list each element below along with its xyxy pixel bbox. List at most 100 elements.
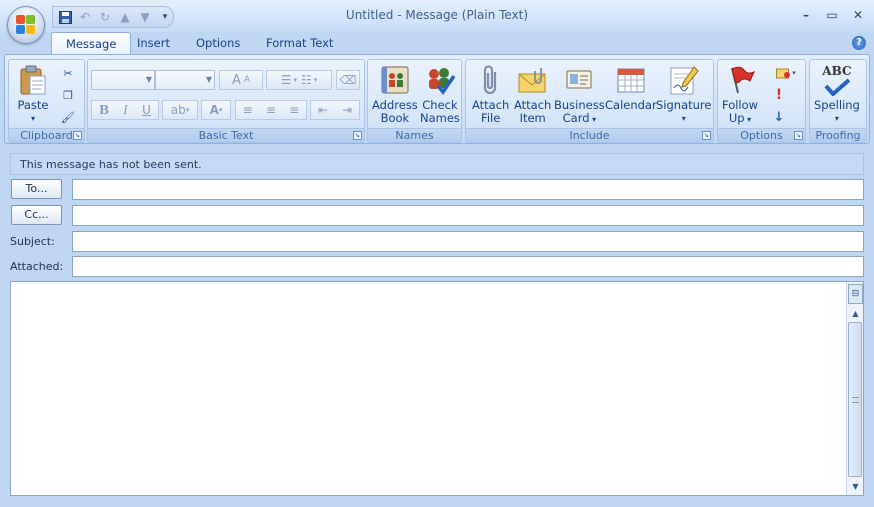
attached-field[interactable] (72, 256, 864, 277)
address-book-button[interactable]: Address Book (372, 64, 418, 125)
ribbon: Paste ▾ ✂ ❐ 🖌 Clipboard ↘ ▼ ▼ A A ☰ ▾ ☷ ▾ … (4, 54, 870, 144)
abc-icon-text: ABC (822, 64, 852, 78)
format-painter-icon[interactable]: 🖌 (59, 108, 77, 126)
grow-font-icon[interactable]: A (232, 73, 241, 88)
message-body[interactable]: ⊟ ▲ ▼ (10, 281, 864, 496)
calendar-label: Calendar (605, 98, 657, 112)
cut-icon[interactable]: ✂ (59, 64, 77, 82)
group-options: Follow Up ▾ ▾ ! ↓ Options ↘ (717, 59, 806, 143)
clipboard-icon (17, 64, 49, 96)
low-importance-icon[interactable]: ↓ (770, 108, 788, 126)
align-left-icon[interactable]: ≡ (243, 103, 253, 117)
shrink-font-icon[interactable]: A (244, 75, 250, 85)
paste-dropdown-icon[interactable]: ▾ (31, 112, 35, 125)
office-logo-icon (16, 15, 36, 35)
calendar-button[interactable]: Calendar (605, 64, 657, 112)
business-card-icon (563, 64, 595, 96)
bullets-icon[interactable]: ☰ (281, 73, 292, 87)
tab-options[interactable]: Options (182, 32, 254, 54)
underline-button[interactable]: U (142, 103, 151, 117)
align-right-icon[interactable]: ≡ (289, 103, 299, 117)
flag-icon (724, 64, 756, 96)
paste-button[interactable]: Paste ▾ (17, 64, 49, 125)
grow-shrink-font-buttons[interactable]: A A (219, 70, 263, 90)
increase-indent-icon[interactable]: ⇥ (342, 103, 352, 117)
permission-icon[interactable]: ▾ (770, 64, 802, 82)
paste-label: Paste (17, 98, 49, 112)
office-button[interactable] (7, 6, 45, 44)
follow-up-button[interactable]: Follow Up ▾ (722, 64, 758, 126)
signature-dropdown-icon[interactable]: ▾ (682, 112, 686, 125)
vertical-scrollbar[interactable]: ⊟ ▲ ▼ (846, 282, 863, 495)
decrease-indent-icon[interactable]: ⇤ (318, 103, 328, 117)
business-card-label-line2: Card ▾ (562, 111, 597, 125)
to-field[interactable] (72, 179, 864, 200)
italic-button[interactable]: I (123, 103, 128, 117)
help-icon[interactable]: ? (852, 36, 866, 50)
spelling-button[interactable]: ABC Spelling ▾ (814, 64, 860, 125)
clipboard-launcher-icon[interactable]: ↘ (73, 131, 82, 140)
font-size-combo[interactable]: ▼ (155, 70, 215, 90)
group-label-proofing: Proofing (810, 128, 866, 142)
info-bar: This message has not been sent. (10, 153, 864, 175)
basic-text-launcher-icon[interactable]: ↘ (353, 131, 362, 140)
signature-icon (668, 64, 700, 96)
scroll-thumb[interactable] (848, 322, 862, 477)
envelope-clip-icon (517, 64, 549, 96)
clear-formatting-icon[interactable]: ⌫ (336, 70, 360, 90)
scroll-grip-icon (852, 397, 859, 403)
group-label-include: Include (466, 128, 713, 142)
cc-field[interactable] (72, 205, 864, 226)
address-book-icon (379, 64, 411, 96)
font-color-button[interactable]: A ▾ (201, 100, 231, 120)
font-color-icon: A (209, 103, 219, 117)
group-clipboard: Paste ▾ ✂ ❐ 🖌 Clipboard ↘ (8, 59, 85, 143)
follow-up-label-line2: Up ▾ (728, 111, 752, 125)
copy-icon[interactable]: ❐ (59, 86, 77, 104)
business-card-button[interactable]: Business Card ▾ (554, 64, 605, 126)
group-label-names: Names (368, 128, 461, 142)
group-label-options: Options (718, 128, 805, 142)
maximize-button[interactable]: ▭ (822, 6, 842, 24)
list-buttons[interactable]: ☰ ▾ ☷ ▾ (266, 70, 332, 90)
calendar-icon (615, 64, 647, 96)
options-launcher-icon[interactable]: ↘ (794, 131, 803, 140)
scroll-down-icon[interactable]: ▼ (848, 479, 863, 494)
tab-message[interactable]: Message (51, 32, 132, 54)
tab-insert[interactable]: Insert (123, 32, 184, 54)
scroll-up-icon[interactable]: ▲ (848, 306, 863, 321)
check-names-label-line2: Names (420, 111, 460, 125)
chevron-down-icon: ▼ (205, 75, 212, 84)
spelling-label: Spelling (814, 98, 860, 112)
view-ruler-icon[interactable]: ⊟ (848, 284, 863, 304)
attached-label: Attached: (10, 260, 64, 273)
bold-button[interactable]: B (99, 103, 109, 117)
group-include: Attach File Attach Item Business Card ▾ … (465, 59, 714, 143)
font-style-buttons: B I U (91, 100, 159, 120)
group-basic-text: ▼ ▼ A A ☰ ▾ ☷ ▾ ⌫ B I U ab ▾ A ▾ ≡ ≡ ≡ ⇤ ⇥ B… (87, 59, 365, 143)
paperclip-icon (475, 64, 507, 96)
font-name-combo[interactable]: ▼ (91, 70, 155, 90)
to-button[interactable]: To... (11, 179, 62, 199)
align-center-icon[interactable]: ≡ (266, 103, 276, 117)
attach-file-button[interactable]: Attach File (472, 64, 509, 125)
highlight-icon[interactable]: ab ▾ (162, 100, 198, 120)
cc-button[interactable]: Cc... (11, 205, 62, 225)
check-names-button[interactable]: Check Names (420, 64, 460, 125)
subject-field[interactable] (72, 231, 864, 252)
attach-item-label-line2: Item (519, 111, 546, 125)
indent-buttons: ⇤ ⇥ (310, 100, 360, 120)
tab-format-text[interactable]: Format Text (252, 32, 347, 54)
alignment-buttons: ≡ ≡ ≡ (235, 100, 307, 120)
address-book-label-line2: Book (380, 111, 410, 125)
high-importance-icon[interactable]: ! (770, 86, 788, 104)
include-launcher-icon[interactable]: ↘ (702, 131, 711, 140)
ribbon-tabs: Message Insert Options Format Text (0, 32, 874, 54)
attach-item-button[interactable]: Attach Item (514, 64, 551, 125)
numbering-icon[interactable]: ☷ (301, 73, 312, 87)
close-button[interactable]: ✕ (848, 6, 868, 24)
signature-label: Signature (656, 98, 712, 112)
signature-button[interactable]: Signature ▾ (656, 64, 711, 125)
minimize-button[interactable]: – (796, 6, 816, 24)
spelling-dropdown-icon[interactable]: ▾ (835, 112, 839, 125)
